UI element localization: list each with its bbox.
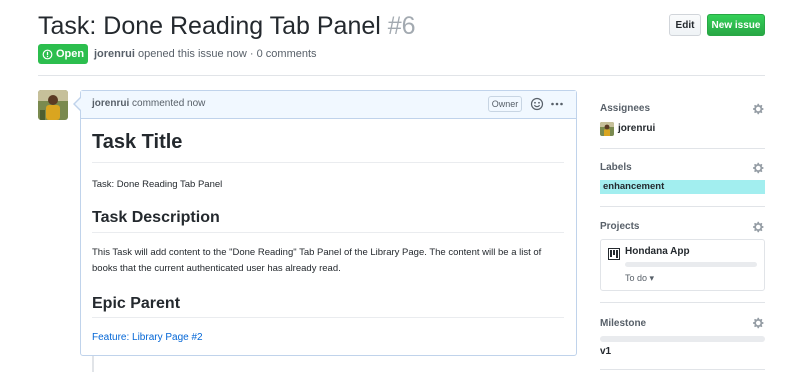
- sidebar-divider: [600, 369, 765, 370]
- sidebar-divider: [600, 148, 765, 149]
- project-column-label: To do: [625, 273, 648, 283]
- label-enhancement[interactable]: enhancement: [600, 180, 765, 194]
- body-heading-task-title: Task Title: [92, 131, 183, 153]
- issue-meta: jorenrui opened this issue now · 0 comme…: [94, 48, 317, 60]
- project-name-link[interactable]: Hondana App: [625, 246, 690, 257]
- body-description-paragraph: This Task will add content to the "Done …: [92, 247, 542, 274]
- avatar-image: [38, 90, 68, 120]
- issue-state-badge: Open: [38, 44, 88, 64]
- heading-divider: [92, 317, 564, 318]
- issue-title: Task: Done Reading Tab Panel #6: [38, 10, 416, 42]
- comment-author-link[interactable]: jorenrui: [92, 98, 129, 109]
- gear-icon[interactable]: [753, 316, 765, 329]
- issue-author-link[interactable]: jorenrui: [94, 48, 135, 60]
- project-board-icon: [608, 247, 620, 260]
- comment-timestamp[interactable]: commented now: [129, 98, 205, 109]
- owner-label: Owner: [488, 96, 522, 112]
- heading-divider: [92, 162, 564, 163]
- issue-number: #6: [387, 12, 416, 40]
- timeline-line: [92, 356, 94, 372]
- body-heading-epic-parent: Epic Parent: [92, 295, 181, 312]
- body-task-paragraph: Task: Done Reading Tab Panel: [92, 179, 223, 190]
- header-divider: [38, 75, 765, 76]
- add-reaction-icon[interactable]: [530, 97, 544, 111]
- sidebar-divider: [600, 206, 765, 207]
- project-progress-bar: [625, 262, 757, 267]
- comment-meta: jorenrui commented now: [92, 98, 205, 109]
- epic-parent-link[interactable]: Feature: Library Page #2: [92, 332, 203, 343]
- issue-title-text: Task: Done Reading Tab Panel: [38, 12, 381, 40]
- assignee-name[interactable]: jorenrui: [618, 123, 655, 134]
- new-issue-button[interactable]: New issue: [707, 14, 765, 36]
- gear-icon[interactable]: [753, 161, 765, 174]
- heading-divider: [92, 232, 564, 233]
- comment-author-avatar[interactable]: [38, 90, 68, 120]
- kebab-menu-icon[interactable]: [550, 97, 564, 111]
- comment-caret-inner: [75, 98, 81, 110]
- milestone-heading[interactable]: Milestone: [600, 318, 646, 329]
- labels-heading[interactable]: Labels: [600, 162, 632, 173]
- gear-icon[interactable]: [753, 220, 765, 233]
- body-heading-task-description: Task Description: [92, 209, 220, 226]
- sidebar-divider: [600, 302, 765, 303]
- issue-opened-text: opened this issue now · 0 comments: [134, 48, 317, 60]
- issue-opened-icon: [42, 49, 53, 59]
- assignee-avatar[interactable]: [600, 122, 614, 136]
- projects-heading[interactable]: Projects: [600, 221, 639, 232]
- assignees-heading[interactable]: Assignees: [600, 103, 650, 114]
- milestone-progress-bar: [600, 336, 765, 342]
- project-column-dropdown[interactable]: To do ▾: [625, 273, 654, 284]
- gear-icon[interactable]: [753, 102, 765, 115]
- milestone-name-link[interactable]: v1: [600, 346, 611, 357]
- issue-state-label: Open: [55, 48, 85, 60]
- caret-down-icon: ▾: [649, 273, 655, 283]
- edit-button[interactable]: Edit: [669, 14, 701, 36]
